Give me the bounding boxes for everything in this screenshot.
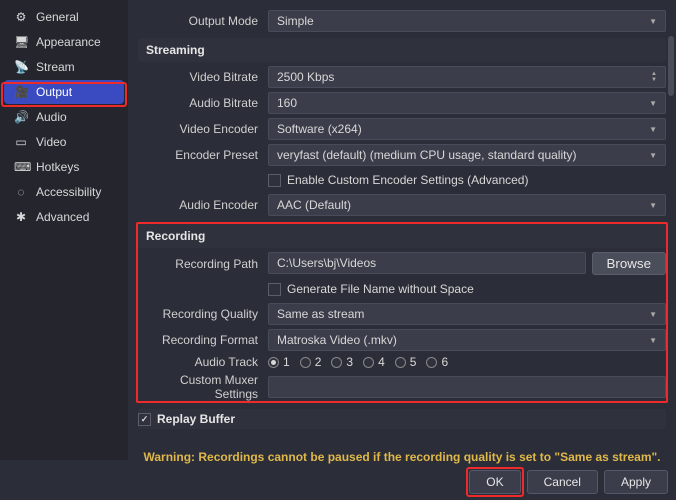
chevron-down-icon: ▼ [649,17,657,26]
custom-muxer-input[interactable] [268,376,666,398]
dialog-footer: OK Cancel Apply [469,470,668,494]
browse-button[interactable]: Browse [592,252,666,275]
ok-button[interactable]: OK [469,470,520,494]
input-value: 2500 Kbps [277,70,334,84]
vertical-scrollbar[interactable] [668,36,674,96]
audio-bitrate-select[interactable]: 160 ▼ [268,92,666,114]
audio-track-radio-1[interactable] [268,357,279,368]
cancel-button[interactable]: Cancel [527,470,598,494]
sidebar-item-output[interactable]: 🎥 Output [4,80,124,104]
sidebar-item-label: Appearance [36,35,101,49]
chevron-down-icon: ▼ [649,310,657,319]
select-value: veryfast (default) (medium CPU usage, st… [277,148,576,162]
audio-bitrate-label: Audio Bitrate [138,96,268,110]
keyboard-icon: ⌨ [14,160,28,174]
chevron-down-icon: ▼ [649,201,657,210]
audio-track-radio-4[interactable] [363,357,374,368]
select-value: Same as stream [277,307,364,321]
recording-path-label: Recording Path [138,257,268,271]
sidebar-item-appearance[interactable]: 🖥 Appearance [4,30,124,54]
streaming-header: Streaming [138,38,666,62]
camera-icon: 🎥 [14,85,28,99]
sidebar-item-label: Video [36,135,66,149]
sidebar-item-video[interactable]: ▭ Video [4,130,124,154]
sidebar-item-label: General [36,10,79,24]
sidebar-item-audio[interactable]: 🔊 Audio [4,105,124,129]
select-value: Software (x264) [277,122,362,136]
replay-buffer-label: Replay Buffer [157,412,235,426]
recording-path-input[interactable] [268,252,586,274]
chevron-down-icon: ▼ [649,125,657,134]
radio-label: 3 [346,355,353,369]
audio-track-group: 1 2 3 4 5 6 [268,355,666,369]
audio-encoder-label: Audio Encoder [138,198,268,212]
audio-track-radio-2[interactable] [300,357,311,368]
recording-header: Recording [138,224,666,248]
custom-muxer-label: Custom Muxer Settings [138,373,268,401]
gear-icon: ⚙ [14,10,28,24]
chevron-down-icon: ▼ [649,336,657,345]
warning-text: Warning: Recordings cannot be paused if … [138,450,666,464]
audio-encoder-select[interactable]: AAC (Default) ▼ [268,194,666,216]
select-value: 160 [277,96,297,110]
radio-label: 4 [378,355,385,369]
radio-label: 1 [283,355,290,369]
encoder-preset-select[interactable]: veryfast (default) (medium CPU usage, st… [268,144,666,166]
select-value: Simple [277,14,314,28]
video-encoder-select[interactable]: Software (x264) ▼ [268,118,666,140]
sidebar-item-advanced[interactable]: ✱ Advanced [4,205,124,229]
sidebar-item-label: Accessibility [36,185,101,199]
replay-buffer-checkbox[interactable]: ✓ [138,413,151,426]
video-encoder-label: Video Encoder [138,122,268,136]
sidebar-item-hotkeys[interactable]: ⌨ Hotkeys [4,155,124,179]
radio-label: 5 [410,355,417,369]
chevron-down-icon: ▼ [649,99,657,108]
sidebar-item-label: Advanced [36,210,89,224]
recording-quality-select[interactable]: Same as stream ▼ [268,303,666,325]
sidebar-item-label: Output [36,85,72,99]
sidebar-item-label: Stream [36,60,75,74]
sidebar-item-accessibility[interactable]: ◌ Accessibility [4,180,124,204]
recording-format-select[interactable]: Matroska Video (.mkv) ▼ [268,329,666,351]
output-mode-label: Output Mode [138,14,268,28]
select-value: AAC (Default) [277,198,351,212]
sidebar-item-label: Hotkeys [36,160,79,174]
antenna-icon: 📡 [14,60,28,74]
sidebar-item-label: Audio [36,110,67,124]
output-mode-select[interactable]: Simple ▼ [268,10,666,32]
settings-sidebar: ⚙ General 🖥 Appearance 📡 Stream 🎥 Output… [0,0,128,460]
monitor-icon: 🖥 [14,35,28,49]
sidebar-item-general[interactable]: ⚙ General [4,5,124,29]
radio-label: 6 [441,355,448,369]
generate-filename-checkbox[interactable] [268,283,281,296]
select-value: Matroska Video (.mkv) [277,333,397,347]
audio-track-radio-6[interactable] [426,357,437,368]
recording-format-label: Recording Format [138,333,268,347]
video-bitrate-input[interactable]: 2500 Kbps ▲▼ [268,66,666,88]
audio-track-label: Audio Track [138,355,268,369]
video-icon: ▭ [14,135,28,149]
sidebar-item-stream[interactable]: 📡 Stream [4,55,124,79]
audio-track-radio-3[interactable] [331,357,342,368]
audio-track-radio-5[interactable] [395,357,406,368]
accessibility-icon: ◌ [14,185,28,199]
chevron-down-icon: ▼ [649,151,657,160]
encoder-preset-label: Encoder Preset [138,148,268,162]
radio-label: 2 [315,355,322,369]
recording-quality-label: Recording Quality [138,307,268,321]
checkbox-label: Enable Custom Encoder Settings (Advanced… [287,173,528,187]
enable-custom-encoder-checkbox[interactable] [268,174,281,187]
spinner-control[interactable]: ▲▼ [651,71,657,83]
checkbox-label: Generate File Name without Space [287,282,474,296]
apply-button[interactable]: Apply [604,470,668,494]
replay-buffer-row[interactable]: ✓ Replay Buffer [138,409,666,429]
tools-icon: ✱ [14,210,28,224]
video-bitrate-label: Video Bitrate [138,70,268,84]
speaker-icon: 🔊 [14,110,28,124]
settings-content: Output Mode Simple ▼ Streaming Video Bit… [128,0,676,460]
